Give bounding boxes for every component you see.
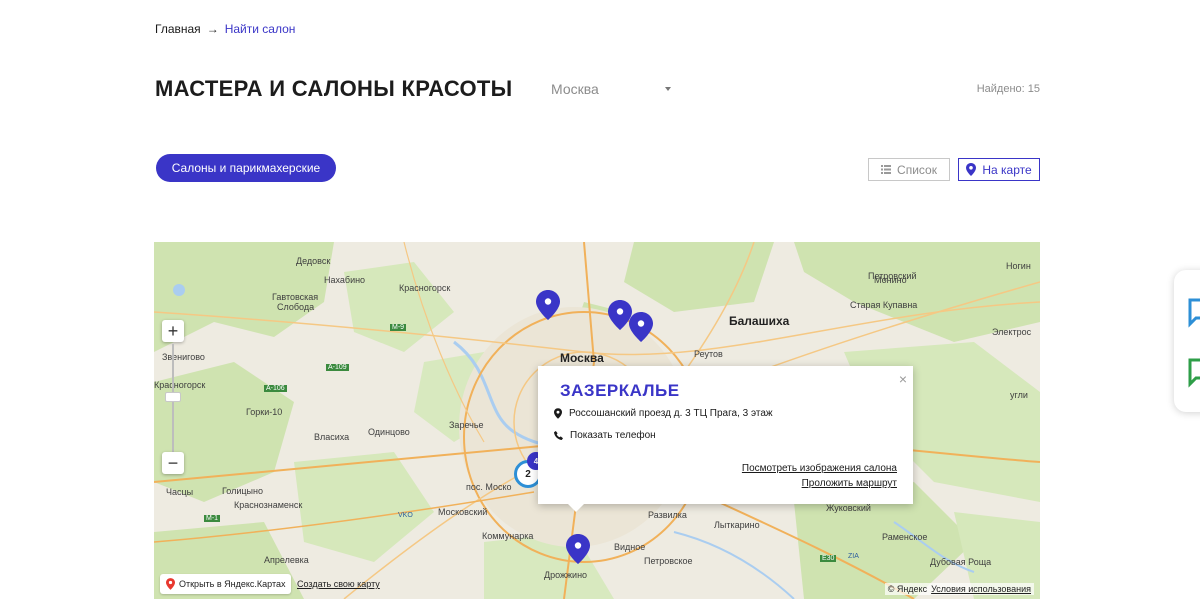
category-filter-button[interactable]: Салоны и парикмахерские — [156, 154, 336, 182]
map-label: Часцы — [166, 487, 194, 497]
breadcrumb-separator: → — [206, 22, 219, 36]
view-list-button[interactable]: Список — [868, 158, 950, 181]
map-label: Дрожжино — [544, 570, 588, 580]
city-select[interactable]: Москва — [551, 80, 673, 98]
message-icon[interactable] — [1188, 358, 1200, 388]
found-count: Найдено: 15 — [976, 83, 1040, 95]
road-sign: М-9 — [390, 324, 407, 331]
zoom-in-button[interactable]: + — [162, 320, 184, 342]
map-label: Красногорск — [154, 380, 206, 390]
map-label: Дубовая Роща — [930, 557, 992, 567]
open-in-yandex-label: Открыть в Яндекс.Картах — [179, 579, 286, 589]
breadcrumb: Главная → Найти салон — [155, 22, 295, 36]
terms-link[interactable]: Условия использования — [931, 584, 1031, 594]
map-label: Голицыно — [222, 486, 263, 496]
map-pin-icon — [966, 163, 977, 176]
map-label: Звенигово — [162, 352, 205, 362]
map-label: Раменское — [882, 532, 928, 542]
view-map-label: На карте — [982, 162, 1032, 177]
salon-name: ЗАЗЕРКАЛЬЕ — [560, 381, 680, 400]
page-title: МАСТЕРА И САЛОНЫ КРАСОТЫ — [155, 76, 513, 101]
map-label: Развилка — [648, 510, 687, 520]
map-label: Нахабино — [324, 275, 366, 285]
map-copyright: © Яндекс Условия использования — [884, 583, 1034, 595]
show-phone-label: Показать телефон — [570, 430, 656, 441]
map-label: Реутов — [694, 349, 723, 359]
list-icon — [881, 165, 892, 174]
copyright-text: © Яндекс — [887, 584, 928, 594]
road-sign: А-106 — [264, 385, 287, 392]
map-label: Коммунарка — [482, 531, 534, 541]
map-label: Краснознаменск — [234, 500, 303, 510]
breadcrumb-current-link[interactable]: Найти салон — [225, 22, 296, 36]
salon-address-text: Россошанский проезд д. 3 ТЦ Прага, 3 эта… — [569, 408, 773, 419]
map-label: Дедовск — [296, 256, 331, 266]
view-list-label: Список — [897, 162, 937, 177]
map-label: Власиха — [314, 432, 350, 442]
show-phone-button[interactable]: Показать телефон — [554, 430, 656, 441]
view-map-button[interactable]: На карте — [958, 158, 1040, 181]
map-label: Лыткарино — [714, 520, 760, 530]
airport-label: ZIA — [848, 553, 859, 560]
open-in-yandex-button[interactable]: Открыть в Яндекс.Картах — [160, 574, 292, 594]
map-label: Электрос — [992, 327, 1032, 337]
salon-pin[interactable] — [629, 312, 653, 342]
map-label: Ногин — [1006, 261, 1031, 271]
map-label: Апрелевка — [264, 555, 309, 565]
close-icon[interactable]: × — [899, 371, 907, 387]
map-label: Горки-10 — [246, 407, 283, 417]
breadcrumb-home-link[interactable]: Главная — [155, 22, 201, 36]
map-label: Видное — [614, 542, 646, 552]
salon-pin[interactable] — [566, 534, 590, 564]
map-label: Петровское — [644, 556, 693, 566]
map-label: Красногорск — [399, 283, 451, 293]
road-sign: Е30 — [820, 555, 837, 562]
city-select-value: Москва — [551, 81, 599, 97]
salon-popup: × ЗАЗЕРКАЛЬЕ Россошанский проезд д. 3 ТЦ… — [538, 366, 913, 512]
road-sign: А-109 — [326, 364, 349, 371]
map-label: Гавтовская — [272, 292, 319, 302]
map-label: Жуковский — [826, 503, 871, 513]
map-label: Слобода — [277, 302, 315, 312]
map-label: Старая Купавна — [850, 300, 918, 310]
map-container[interactable]: Дедовск Нахабино Красногорск Гавтовская … — [154, 242, 1040, 599]
zoom-slider-handle[interactable] — [165, 392, 181, 402]
salon-address: Россошанский проезд д. 3 ТЦ Прага, 3 эта… — [554, 408, 773, 419]
chevron-down-icon — [665, 87, 671, 91]
view-photos-link[interactable]: Посмотреть изображения салона — [742, 463, 897, 474]
side-contact-widget — [1174, 270, 1200, 412]
map-label: Монино — [874, 275, 907, 285]
salon-pin[interactable] — [536, 290, 560, 320]
map-label: Заречье — [449, 420, 484, 430]
chat-icon[interactable] — [1188, 298, 1200, 328]
phone-icon — [554, 431, 563, 440]
map-label: Московский — [438, 507, 488, 517]
road-sign: М-1 — [204, 515, 221, 522]
zoom-control: + − — [162, 320, 184, 474]
zoom-out-button[interactable]: − — [162, 452, 184, 474]
popup-tail — [568, 504, 584, 512]
location-icon — [554, 408, 562, 419]
map-label: Одинцово — [368, 427, 410, 437]
map-label: угли — [1010, 390, 1028, 400]
map-label: Балашиха — [729, 314, 790, 328]
create-map-link[interactable]: Создать свою карту — [297, 579, 380, 589]
map-label: Москва — [560, 351, 604, 365]
airport-label: VKO — [398, 512, 413, 519]
build-route-link[interactable]: Проложить маршрут — [802, 478, 897, 489]
yandex-pin-icon — [166, 578, 175, 590]
map-label: пос. Моско — [466, 482, 512, 492]
